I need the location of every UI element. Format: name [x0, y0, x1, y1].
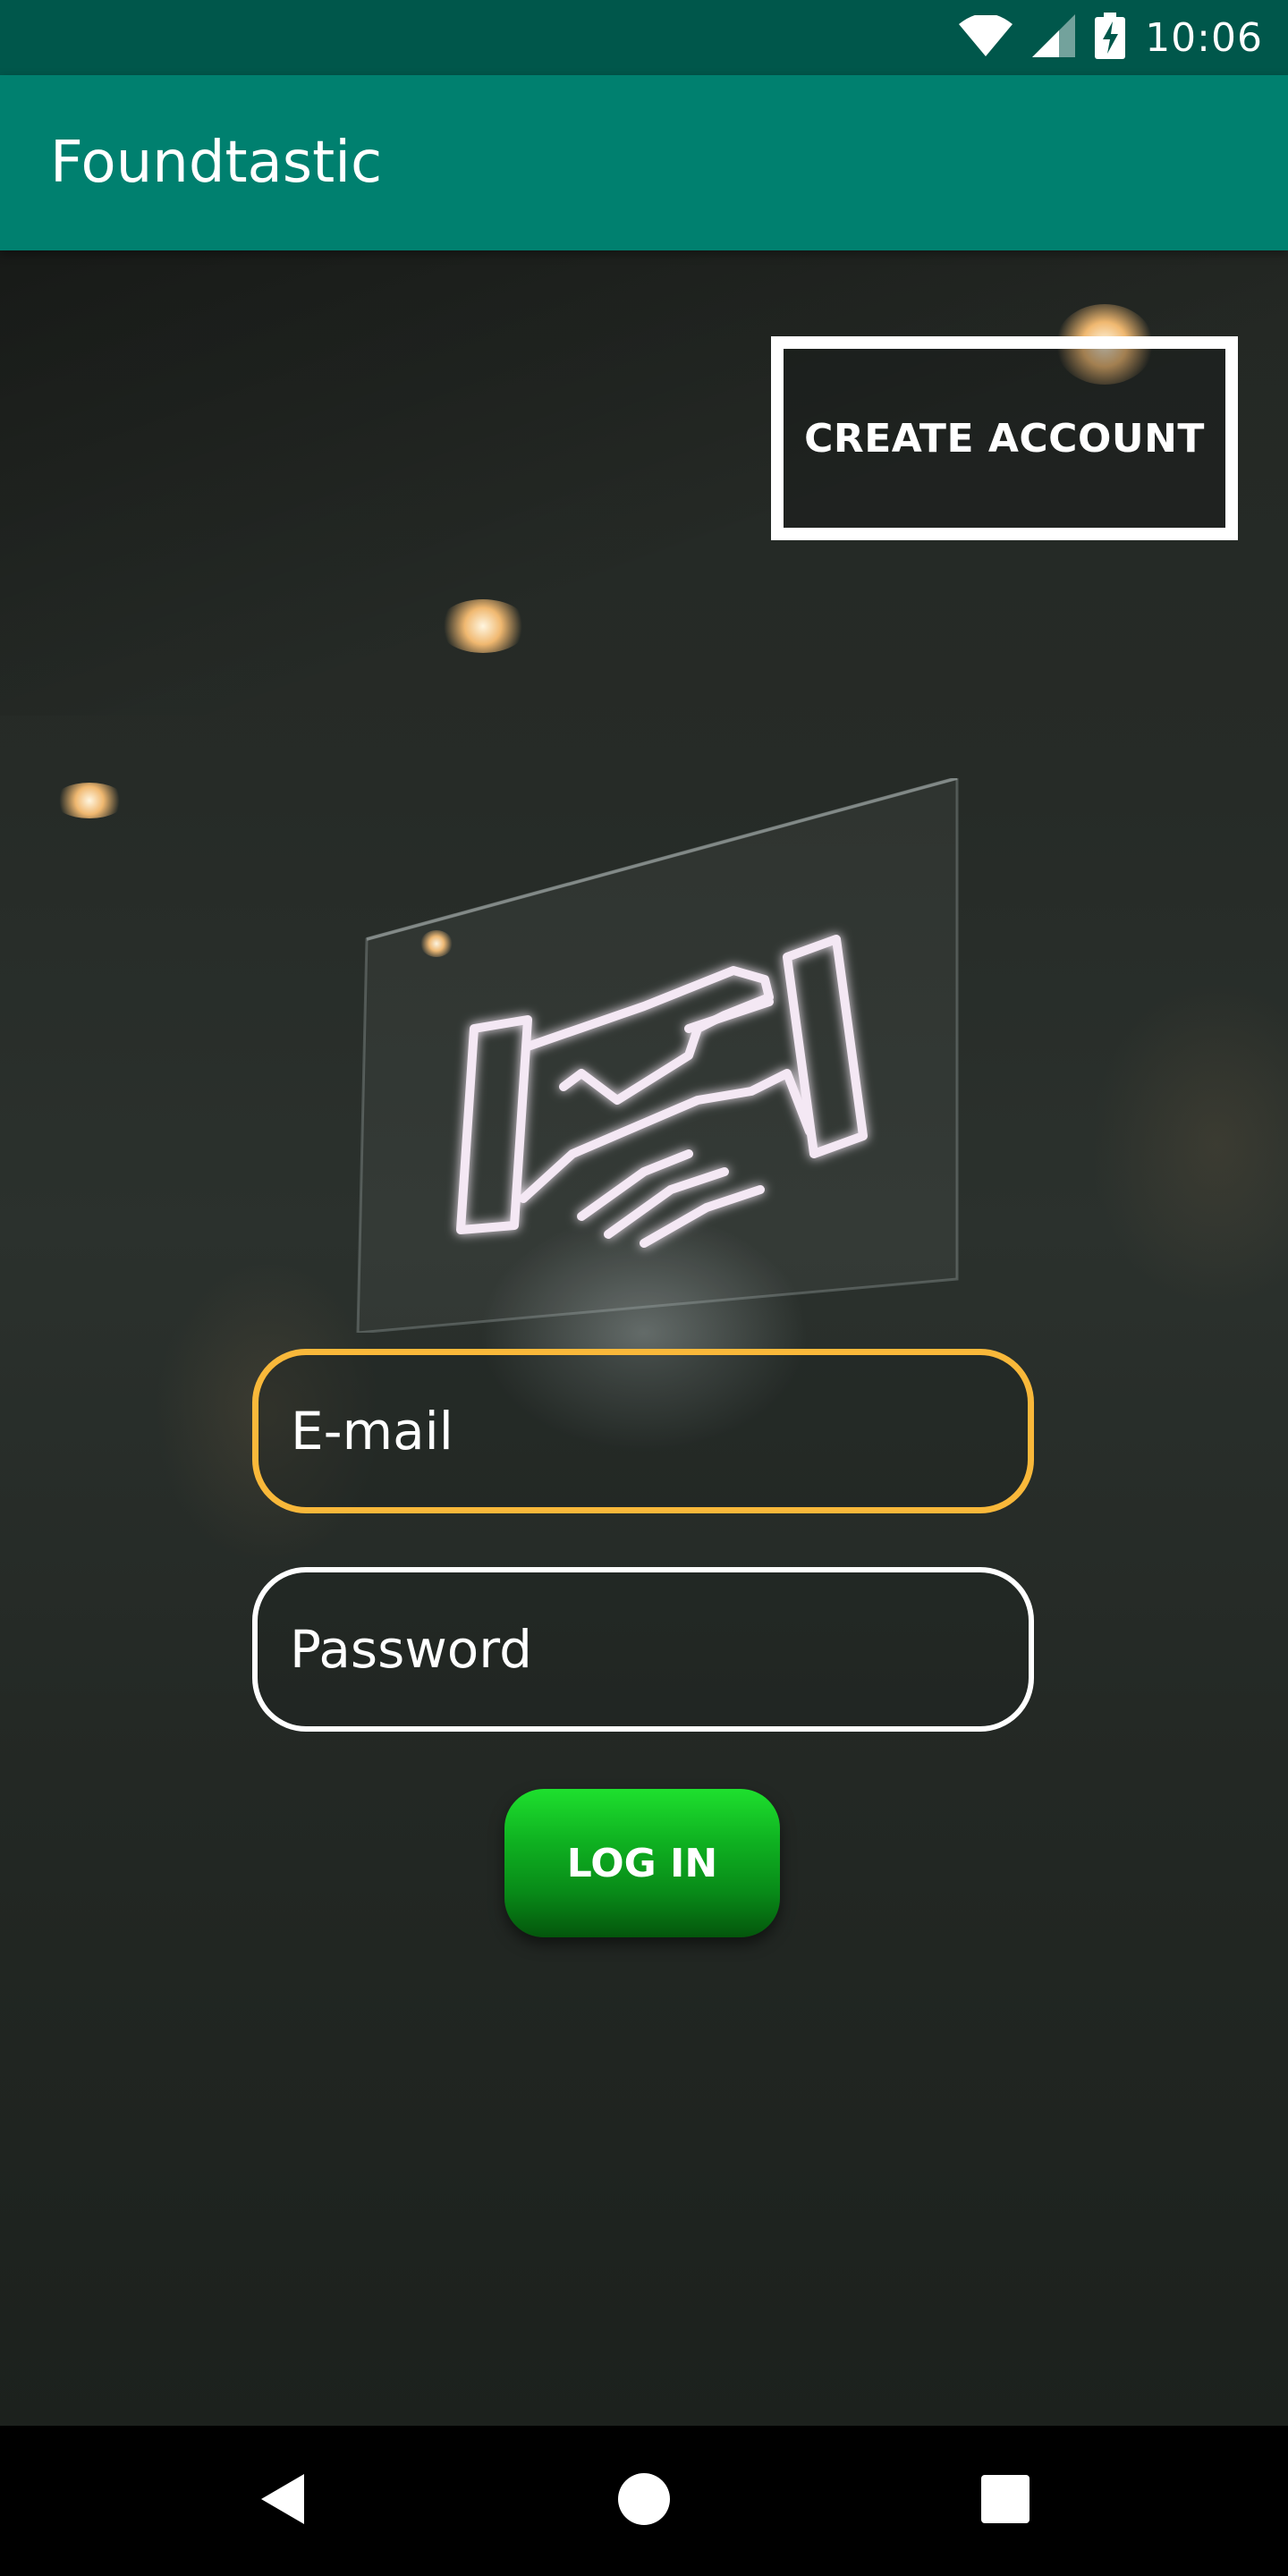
back-icon	[258, 2472, 308, 2529]
app-title: Foundtastic	[50, 130, 383, 196]
home-icon	[617, 2472, 671, 2529]
create-account-button[interactable]: CREATE ACCOUNT	[771, 336, 1238, 540]
signal-icon	[1032, 14, 1076, 61]
email-input[interactable]	[291, 1377, 988, 1485]
neon-handshake-icon	[349, 776, 966, 1335]
login-button[interactable]: LOG IN	[504, 1789, 780, 1937]
ceiling-lamp	[54, 783, 125, 818]
recents-button[interactable]	[930, 2426, 1080, 2576]
email-field[interactable]	[252, 1349, 1034, 1513]
battery-charging-icon	[1095, 13, 1126, 63]
recents-icon	[981, 2475, 1030, 2527]
status-bar: 10:06	[0, 0, 1288, 75]
home-button[interactable]	[569, 2426, 719, 2576]
app-bar: Foundtastic	[0, 75, 1288, 250]
login-screen: 10:06 Foundtastic CREATE ACCOUNT E-mail …	[0, 0, 1288, 2576]
wifi-icon	[959, 13, 1013, 60]
status-time: 10:06	[1145, 14, 1263, 61]
password-input[interactable]	[290, 1596, 987, 1703]
ceiling-lamp	[438, 599, 528, 653]
navigation-bar	[0, 2426, 1288, 2576]
password-field[interactable]	[252, 1567, 1034, 1732]
back-button[interactable]	[208, 2426, 358, 2576]
